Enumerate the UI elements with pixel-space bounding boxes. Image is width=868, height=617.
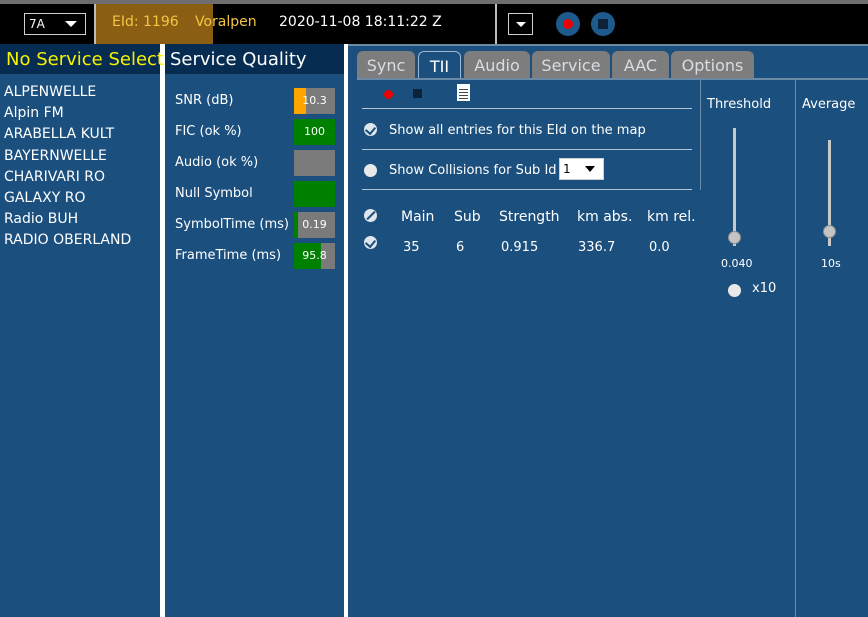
threshold-slider-track[interactable] (733, 128, 736, 246)
threshold-title: Threshold (707, 97, 772, 112)
ensemble-label: Voralpen (195, 14, 257, 30)
quality-row: SNR (dB) 10.3 (175, 88, 340, 114)
quality-meter: 10.3 (294, 88, 335, 114)
quality-value: 10.3 (302, 94, 327, 107)
tab-options[interactable]: Options (671, 51, 754, 78)
service-header-label: No Service Selected (6, 49, 187, 70)
chevron-down-icon (65, 21, 77, 27)
clear-selection-icon[interactable] (364, 209, 377, 222)
panel-divider (344, 44, 348, 617)
column-header-km-rel: km rel. (647, 209, 696, 225)
divider (362, 189, 692, 190)
quality-meter: 0.19 (294, 212, 335, 238)
sub-id-select[interactable]: 1 (559, 158, 604, 180)
cell-main: 35 (403, 240, 420, 255)
tab-bar-rule (357, 78, 868, 80)
quality-meter (294, 150, 335, 176)
quality-row: FIC (ok %) 100 (175, 119, 340, 145)
service-list-item[interactable]: RADIO OBERLAND (4, 230, 160, 251)
stop-button[interactable] (591, 12, 615, 36)
quality-row: FrameTime (ms) 95.8 (175, 243, 340, 269)
sub-id-value: 1 (563, 162, 571, 176)
service-list-item[interactable]: ARABELLA KULT (4, 124, 160, 145)
column-header-km-abs: km abs. (577, 209, 633, 225)
chevron-down-icon (516, 22, 526, 27)
document-icon[interactable] (457, 84, 470, 101)
quality-meter: 100 (294, 119, 335, 145)
tii-stop-icon[interactable] (413, 89, 422, 98)
show-all-checkbox[interactable] (364, 123, 377, 136)
panel-top-rule (348, 44, 868, 46)
column-header-main: Main (401, 209, 435, 225)
quality-meter (294, 181, 335, 207)
quality-header-label: Service Quality (170, 49, 307, 70)
quality-row: Null Symbol (175, 181, 340, 207)
quality-value: 100 (304, 125, 325, 138)
tab-sync[interactable]: Sync (357, 51, 415, 78)
chevron-down-icon (585, 166, 595, 172)
cell-strength: 0.915 (501, 240, 539, 255)
quality-label: SymbolTime (ms) (175, 217, 289, 232)
tab-service[interactable]: Service (532, 51, 610, 78)
threshold-slider-thumb[interactable] (728, 231, 741, 244)
collisions-checkbox[interactable] (364, 164, 377, 177)
quality-value (294, 150, 335, 176)
quality-row: SymbolTime (ms) 0.19 (175, 212, 340, 238)
cell-km-abs: 336.7 (578, 240, 616, 255)
show-all-label: Show all entries for this EId on the map (389, 123, 646, 138)
average-value: 10s (821, 257, 841, 270)
x10-label: x10 (752, 281, 777, 296)
panel-divider (700, 80, 701, 190)
quality-label: SNR (dB) (175, 93, 234, 108)
row-checkbox[interactable] (364, 236, 377, 249)
panel-divider (160, 44, 165, 617)
quality-value: 0.19 (302, 218, 327, 231)
toolbar-divider (495, 4, 497, 44)
x10-checkbox[interactable] (728, 284, 741, 297)
service-list-item[interactable]: GALAXY RO (4, 188, 160, 209)
divider (362, 108, 692, 109)
record-button[interactable] (556, 12, 580, 36)
service-list-item[interactable]: Alpin FM (4, 103, 160, 124)
service-list: ALPENWELLE Alpin FM ARABELLA KULT BAYERNWEL… (4, 82, 160, 252)
average-slider-thumb[interactable] (823, 225, 836, 238)
collisions-label: Show Collisions for Sub Id (389, 163, 557, 178)
service-list-item[interactable]: BAYERNWELLE (4, 146, 160, 167)
column-header-strength: Strength (499, 209, 560, 225)
service-header: No Service Selected (0, 44, 186, 74)
panel-divider (795, 80, 796, 617)
service-list-item[interactable]: Radio BUH (4, 209, 160, 230)
average-title: Average (802, 97, 856, 112)
eid-label: EId: 1196 (112, 14, 179, 30)
threshold-value: 0.040 (721, 257, 753, 270)
cell-sub: 6 (456, 240, 465, 255)
quality-label: FIC (ok %) (175, 124, 242, 139)
dropdown-button[interactable] (508, 13, 533, 35)
channel-select[interactable]: 7A (24, 13, 86, 35)
column-header-sub: Sub (454, 209, 481, 225)
cell-km-rel: 0.0 (649, 240, 670, 255)
tii-record-icon[interactable] (384, 90, 393, 99)
record-icon (563, 19, 573, 29)
divider (362, 149, 692, 150)
quality-value (294, 181, 335, 207)
service-list-item[interactable]: ALPENWELLE (4, 82, 160, 103)
datetime-label: 2020-11-08 18:11:22 Z (279, 14, 442, 30)
quality-label: Null Symbol (175, 186, 253, 201)
quality-header: Service Quality (165, 44, 344, 74)
tab-tii[interactable]: TII (418, 51, 461, 78)
quality-label: FrameTime (ms) (175, 248, 282, 263)
quality-value: 95.8 (302, 249, 327, 262)
service-list-item[interactable]: CHARIVARI RO (4, 167, 160, 188)
quality-meter: 95.8 (294, 243, 335, 269)
tab-audio[interactable]: Audio (464, 51, 530, 78)
channel-select-value: 7A (29, 17, 45, 31)
quality-label: Audio (ok %) (175, 155, 259, 170)
quality-row: Audio (ok %) (175, 150, 340, 176)
stop-icon (598, 19, 608, 29)
tab-aac[interactable]: AAC (612, 51, 669, 78)
